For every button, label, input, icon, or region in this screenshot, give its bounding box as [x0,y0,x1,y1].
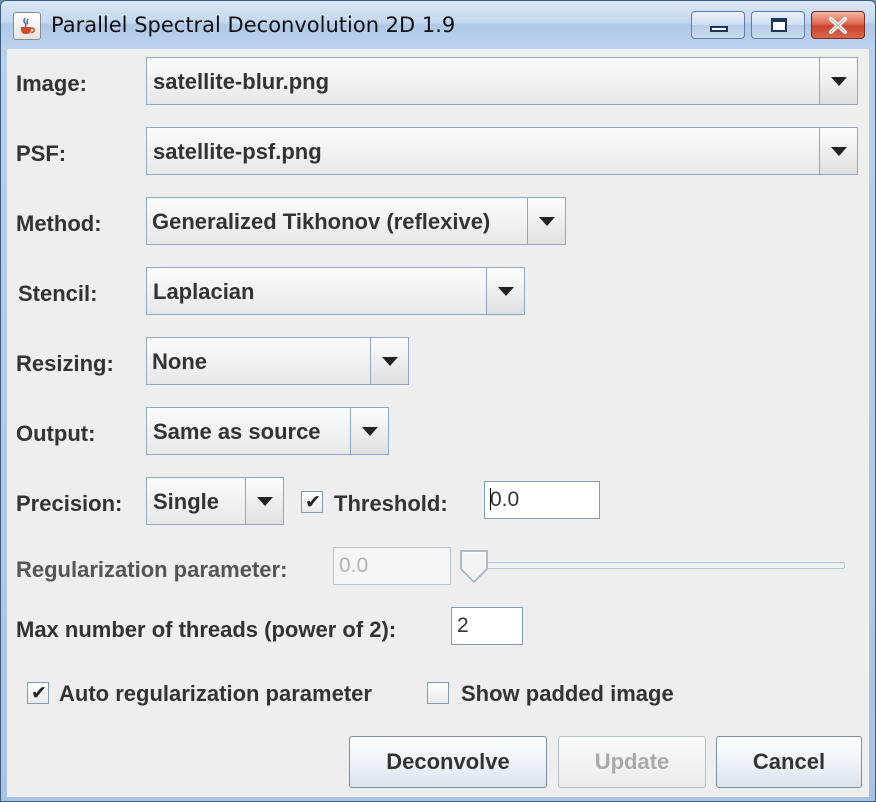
close-button[interactable] [811,11,865,39]
psf-combo[interactable]: satellite-psf.png [146,127,858,175]
regularization-slider-track [463,562,845,569]
chevron-down-icon[interactable] [370,338,408,384]
maximize-button[interactable] [751,11,805,39]
dialog-content: Image: satellite-blur.png PSF: satellite… [7,49,869,797]
method-combo-value: Generalized Tikhonov (reflexive) [152,209,491,234]
check-icon: ✔ [31,682,47,704]
threshold-checkbox[interactable]: ✔ [301,491,323,513]
resizing-combo[interactable]: None [146,337,409,385]
precision-combo-value: Single [153,489,220,514]
resizing-combo-value: None [152,349,207,374]
auto-regularization-checkbox[interactable]: ✔ [27,682,49,704]
regularization-input: 0.0 [333,547,451,585]
chevron-down-icon[interactable] [245,478,283,524]
output-combo-value: Same as source [153,419,321,444]
threshold-label: Threshold: [334,491,448,516]
threads-value: 2 [457,614,469,637]
image-combo[interactable]: satellite-blur.png [146,57,858,105]
update-button: Update [558,736,706,788]
java-cup-icon [13,12,41,40]
resizing-label: Resizing: [16,351,114,376]
show-padded-label: Show padded image [461,681,674,706]
close-icon [829,17,847,34]
deconvolve-button[interactable]: Deconvolve [349,736,547,788]
precision-label: Precision: [16,491,123,516]
image-label: Image: [16,71,87,96]
output-label: Output: [16,421,96,446]
threshold-input[interactable]: 0.0 [484,481,600,519]
chevron-down-icon[interactable] [819,128,857,174]
psf-combo-value: satellite-psf.png [153,139,322,164]
method-label: Method: [16,211,102,236]
maximize-icon [771,18,787,32]
threads-label: Max number of threads (power of 2): [16,617,397,642]
check-icon: ✔ [305,491,321,513]
regularization-slider-thumb[interactable] [459,549,493,585]
psf-label: PSF: [16,141,67,166]
threads-input[interactable]: 2 [451,607,523,645]
title-bar[interactable]: Parallel Spectral Deconvolution 2D 1.9 [1,1,875,49]
output-combo[interactable]: Same as source [146,407,389,455]
regularization-value: 0.0 [339,554,369,577]
cancel-button[interactable]: Cancel [716,736,862,788]
minimize-button[interactable] [691,11,745,39]
threshold-value: 0.0 [490,488,520,511]
show-padded-checkbox[interactable] [427,682,449,704]
minimize-icon [710,26,728,32]
method-combo[interactable]: Generalized Tikhonov (reflexive) [146,197,566,245]
image-combo-value: satellite-blur.png [153,69,330,94]
chevron-down-icon[interactable] [527,198,565,244]
stencil-combo-value: Laplacian [153,279,255,304]
stencil-combo[interactable]: Laplacian [146,267,525,315]
auto-regularization-label: Auto regularization parameter [59,681,372,706]
chevron-down-icon[interactable] [350,408,388,454]
dialog-window: Parallel Spectral Deconvolution 2D 1.9 I… [0,0,876,802]
stencil-label: Stencil: [18,281,98,306]
window-title: Parallel Spectral Deconvolution 2D 1.9 [51,13,456,37]
regularization-label: Regularization parameter: [16,557,288,582]
precision-combo[interactable]: Single [146,477,284,525]
chevron-down-icon[interactable] [819,58,857,104]
chevron-down-icon[interactable] [486,268,524,314]
